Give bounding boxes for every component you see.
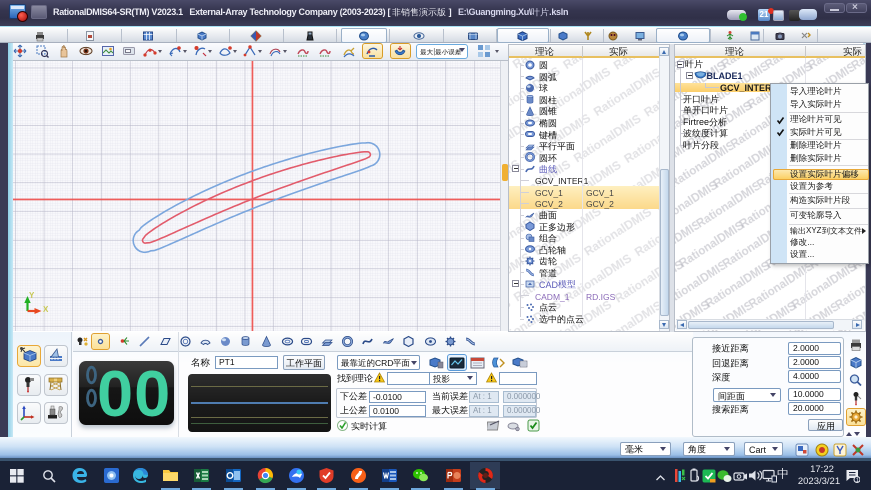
svg-text:Y: Y xyxy=(29,291,35,300)
svg-text:X: X xyxy=(43,305,49,314)
